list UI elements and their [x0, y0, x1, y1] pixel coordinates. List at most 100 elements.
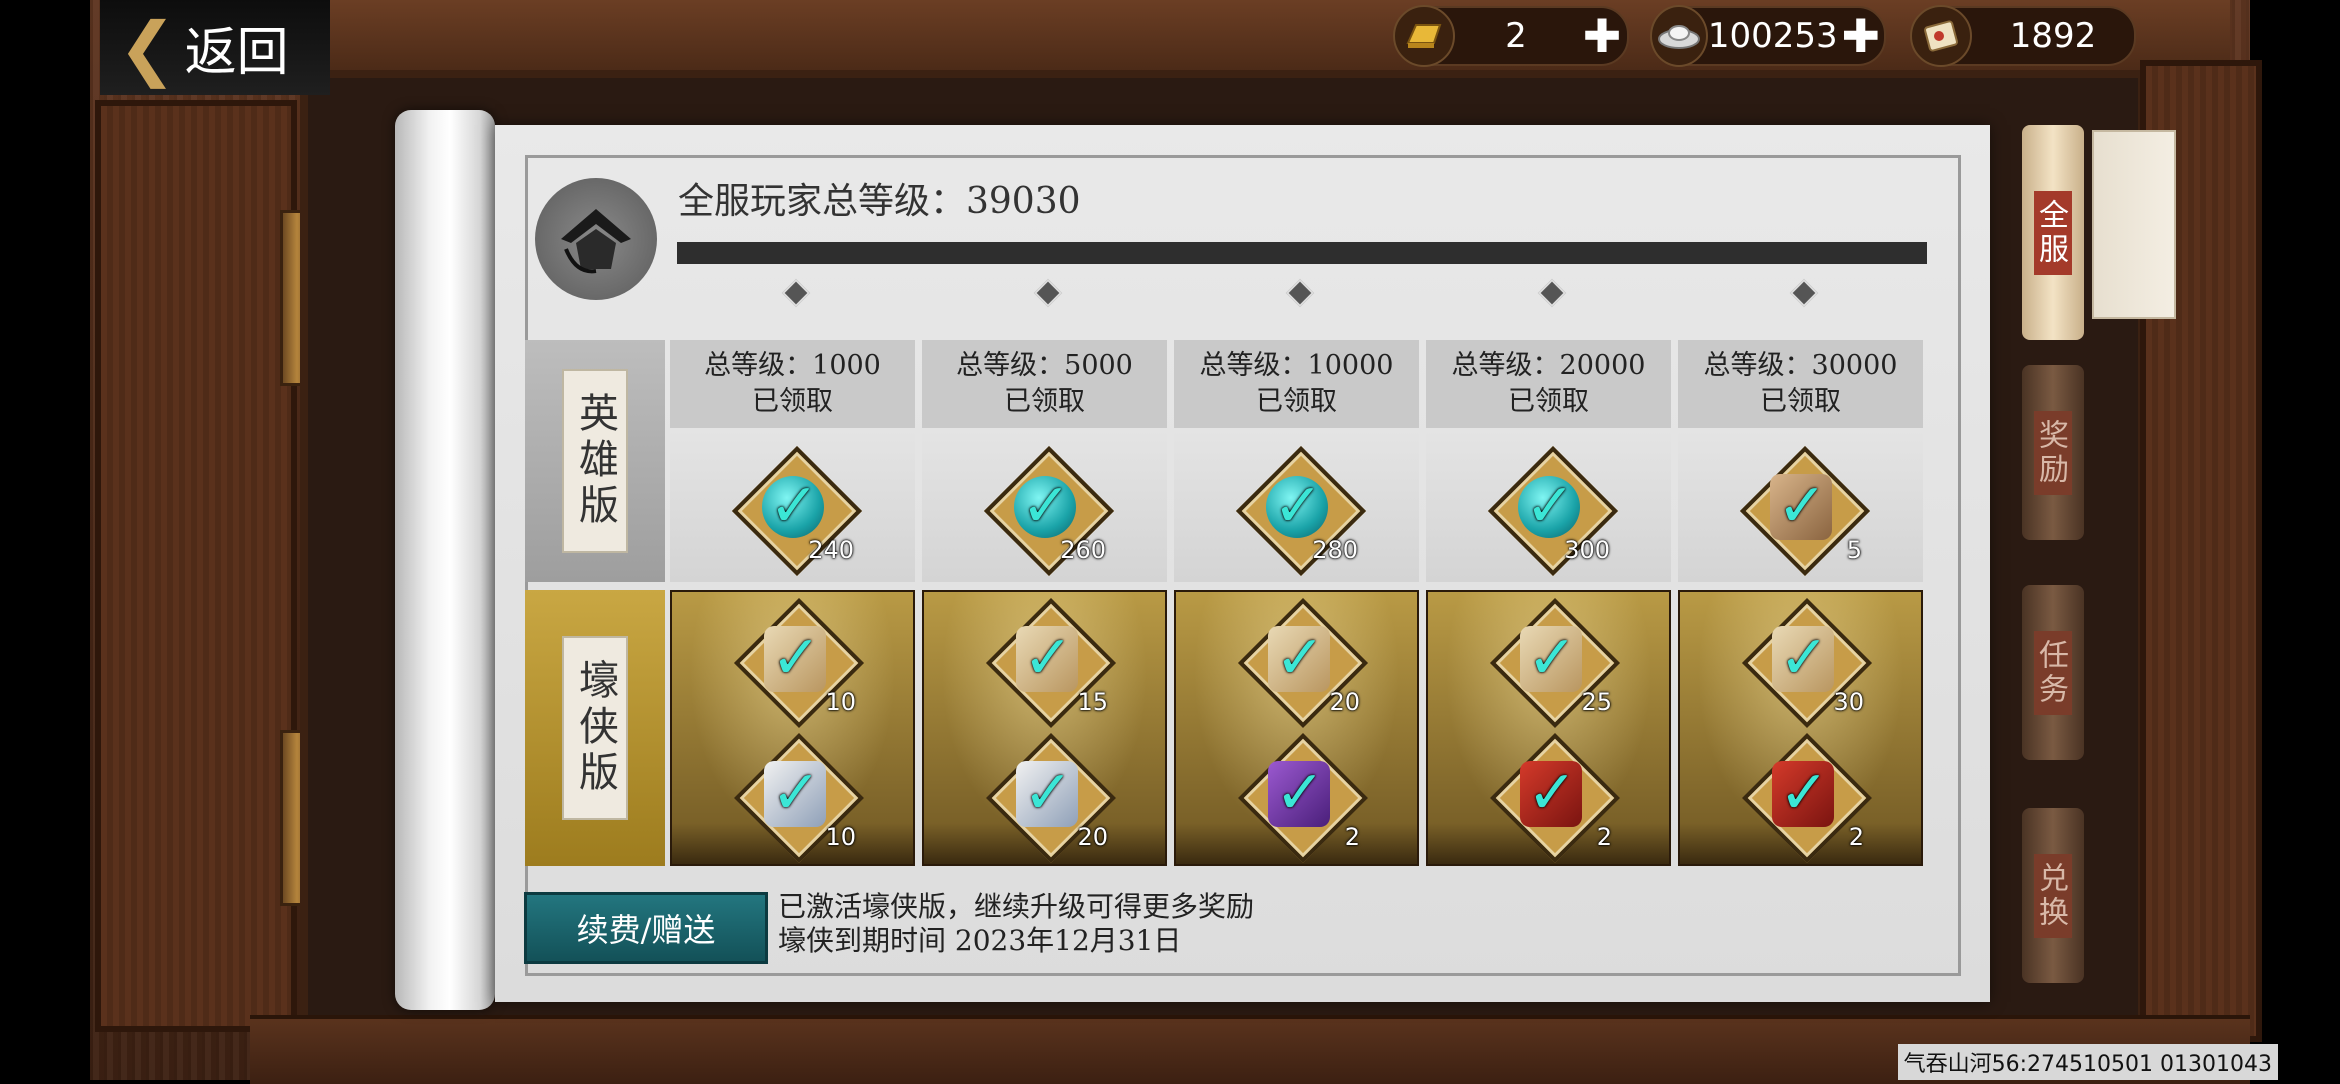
item-quantity: 300 [1564, 536, 1610, 564]
hero-row-label: 英雄版 [525, 340, 665, 582]
reward-item[interactable]: ✓ 240 [731, 445, 863, 577]
luxury-row-tag: 壕侠版 [562, 636, 628, 820]
luxury-edition-row: 壕侠版 ✓ 10 ✓ 10 ✓ 15 ✓ 20 ✓ 20 ✓ 2 ✓ 25 ✓ 2 ✓ 30 ✓ 2 [525, 590, 1927, 866]
item-quantity: 30 [1833, 688, 1864, 716]
item-quantity: 20 [1329, 688, 1360, 716]
silver-ingot-icon [1650, 5, 1708, 67]
tier-level: 总等级：5000 [956, 350, 1133, 381]
renew-gift-button[interactable]: 续费/赠送 [524, 892, 768, 964]
currency-ticket: 1892 [1910, 5, 2136, 67]
reward-item[interactable]: ✓ 25 [1489, 597, 1621, 729]
currency-gold: 2 ✚ [1393, 5, 1629, 67]
reward-item[interactable]: ✓ 10 [733, 597, 865, 729]
claimed-check-icon: ✓ [1776, 471, 1828, 541]
tab-exchange-label: 兑换 [2033, 853, 2072, 938]
tier-status: 已领取 [1760, 386, 1841, 417]
luxury-reward-cell: ✓ 20 ✓ 2 [1174, 590, 1419, 866]
scroll-roller [395, 110, 495, 1010]
luxury-row-label: 壕侠版 [525, 590, 665, 866]
claimed-check-icon: ✓ [1022, 623, 1074, 693]
tab-exchange[interactable]: 兑换 [2022, 808, 2084, 983]
server-id-label: 气吞山河56:274510501 01301043 [1897, 1044, 2278, 1080]
luxury-reward-cell: ✓ 15 ✓ 20 [922, 590, 1167, 866]
item-quantity: 15 [1077, 688, 1108, 716]
back-label: 返回 [184, 23, 289, 83]
tier-status: 已领取 [1508, 386, 1589, 417]
reward-item[interactable]: ✓ 300 [1487, 445, 1619, 577]
hero-reward-cell: 总等级：1000 已领取 ✓ 240 [670, 340, 915, 582]
hat-emblem-icon [535, 178, 657, 300]
hero-row-tag: 英雄版 [562, 369, 628, 553]
reward-item[interactable]: ✓ 260 [983, 445, 1115, 577]
add-silver-button[interactable]: ✚ [1838, 9, 1884, 63]
add-gold-button[interactable]: ✚ [1577, 9, 1627, 63]
tier-header: 总等级：10000 已领取 [1174, 348, 1419, 420]
item-quantity: 280 [1312, 536, 1358, 564]
tier-level: 总等级：10000 [1199, 350, 1394, 381]
item-quantity: 240 [808, 536, 854, 564]
reward-item[interactable]: ✓ 2 [1237, 732, 1369, 864]
reward-item[interactable]: ✓ 5 [1739, 445, 1871, 577]
chevron-left-icon: ❮ [118, 6, 177, 89]
reward-item[interactable]: ✓ 2 [1741, 732, 1873, 864]
left-door-panel [95, 100, 297, 1032]
silver-amount: 100253 [1707, 16, 1838, 56]
tier-header: 总等级：30000 已领取 [1678, 348, 1923, 420]
reward-item[interactable]: ✓ 20 [985, 732, 1117, 864]
tab-tasks[interactable]: 任务 [2022, 585, 2084, 760]
hero-reward-cell: 总等级：5000 已领取 ✓ 260 [922, 340, 1167, 582]
tier-level: 总等级：20000 [1451, 350, 1646, 381]
item-quantity: 25 [1581, 688, 1612, 716]
gold-ingot-icon [1393, 5, 1455, 67]
item-quantity: 2 [1848, 823, 1864, 851]
tier-level: 总等级：30000 [1703, 350, 1898, 381]
reward-item[interactable]: ✓ 30 [1741, 597, 1873, 729]
ticket-amount: 1892 [2009, 16, 2097, 56]
reward-item[interactable]: ✓ 2 [1489, 732, 1621, 864]
reward-item[interactable]: ✓ 15 [985, 597, 1117, 729]
tier-header: 总等级：20000 已领取 [1426, 348, 1671, 420]
tier-header: 总等级：5000 已领取 [922, 348, 1167, 420]
luxury-reward-cell: ✓ 25 ✓ 2 [1426, 590, 1671, 866]
reward-item[interactable]: ✓ 20 [1237, 597, 1369, 729]
item-quantity: 20 [1077, 823, 1108, 851]
scroll-ticket-icon [1910, 5, 1972, 67]
bookmark [2092, 130, 2176, 319]
hero-edition-row: 英雄版 总等级：1000 已领取 ✓ 240 总等级：5000 已领取 ✓ 260 总等级：10… [525, 340, 1927, 582]
server-total-level: 全服玩家总等级：39030 [678, 181, 1081, 222]
tab-server[interactable]: 全服 [2022, 125, 2084, 340]
tier-status: 已领取 [1004, 386, 1085, 417]
edition-info: 已激活壕侠版，继续升级可得更多奖励 壕侠到期时间 2023年12月31日 [778, 890, 1254, 958]
info-line-expiry: 壕侠到期时间 2023年12月31日 [778, 924, 1182, 957]
item-quantity: 2 [1344, 823, 1360, 851]
hero-reward-cell: 总等级：30000 已领取 ✓ 5 [1678, 340, 1923, 582]
tier-status: 已领取 [752, 386, 833, 417]
tab-rewards-label: 奖励 [2033, 410, 2072, 495]
reward-item[interactable]: ✓ 280 [1235, 445, 1367, 577]
hero-reward-cell: 总等级：10000 已领取 ✓ 280 [1174, 340, 1419, 582]
luxury-reward-cell: ✓ 10 ✓ 10 [670, 590, 915, 866]
claimed-check-icon: ✓ [770, 758, 822, 828]
item-quantity: 2 [1596, 823, 1612, 851]
claimed-check-icon: ✓ [1526, 758, 1578, 828]
back-button[interactable]: ❮ 返回 [100, 0, 330, 95]
tab-server-label: 全服 [2033, 190, 2072, 275]
claimed-check-icon: ✓ [1778, 758, 1830, 828]
progress-fill [677, 242, 1927, 264]
claimed-check-icon: ✓ [1778, 623, 1830, 693]
tier-header: 总等级：1000 已领取 [670, 348, 915, 420]
claimed-check-icon: ✓ [1272, 471, 1324, 541]
tier-status: 已领取 [1256, 386, 1337, 417]
hero-reward-cell: 总等级：20000 已领取 ✓ 300 [1426, 340, 1671, 582]
claimed-check-icon: ✓ [1020, 471, 1072, 541]
gold-amount: 2 [1505, 16, 1527, 56]
claimed-check-icon: ✓ [1524, 471, 1576, 541]
progress-bar [677, 242, 1927, 264]
tier-level: 总等级：1000 [704, 350, 881, 381]
tab-tasks-label: 任务 [2033, 630, 2072, 715]
claimed-check-icon: ✓ [768, 471, 820, 541]
reward-item[interactable]: ✓ 10 [733, 732, 865, 864]
tab-rewards[interactable]: 奖励 [2022, 365, 2084, 540]
claimed-check-icon: ✓ [1022, 758, 1074, 828]
item-quantity: 260 [1060, 536, 1106, 564]
